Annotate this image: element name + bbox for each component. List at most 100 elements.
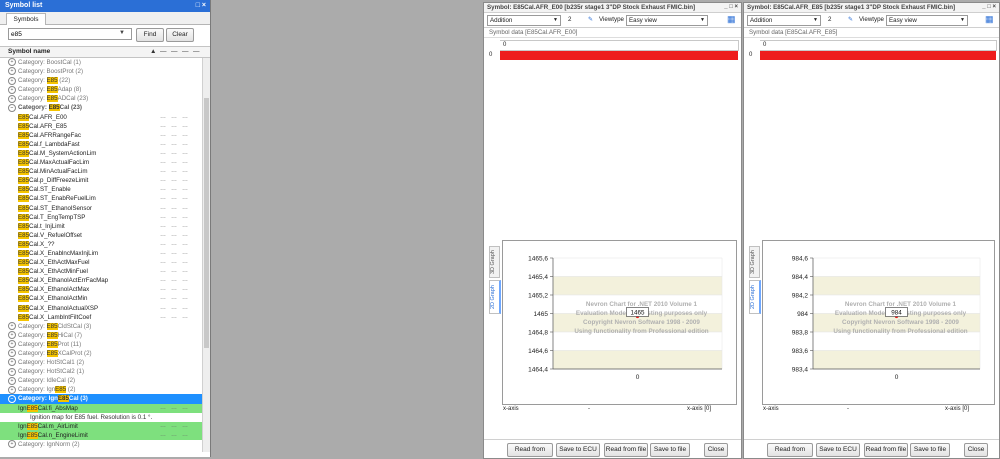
row-action-1[interactable]: … xyxy=(160,194,166,203)
row-action-2[interactable]: … xyxy=(171,240,177,249)
row-action-1[interactable]: … xyxy=(160,185,166,194)
row-action-1[interactable]: … xyxy=(160,204,166,213)
row-action-1[interactable]: … xyxy=(160,222,166,231)
tree-symbol-item[interactable]: E85Cal.T_EngTempTSP……… xyxy=(0,213,210,222)
tree-category[interactable]: + Category: IgnE85 (2) xyxy=(0,385,210,394)
row-action-1[interactable]: … xyxy=(160,113,166,122)
expand-icon[interactable]: + xyxy=(8,349,16,358)
save-to-ecu-button[interactable]: Save to ECU xyxy=(816,443,860,457)
row-action-3[interactable]: … xyxy=(182,240,188,249)
row-action-2[interactable]: … xyxy=(171,404,177,413)
window-controls-icon[interactable]: _ □ × xyxy=(724,3,738,12)
row-action-3[interactable]: … xyxy=(182,258,188,267)
pin-close-icon[interactable]: □ × xyxy=(196,0,206,12)
row-action-1[interactable]: … xyxy=(160,431,166,440)
search-input[interactable] xyxy=(8,28,132,40)
tree-category[interactable]: + Category: E85Prot (11) xyxy=(0,340,210,349)
row-action-2[interactable]: … xyxy=(171,304,177,313)
row-action-3[interactable]: … xyxy=(182,422,188,431)
expand-icon[interactable]: − xyxy=(8,394,16,403)
symbol-list-scrollbar[interactable] xyxy=(202,58,210,452)
row-action-3[interactable]: … xyxy=(182,231,188,240)
row-action-3[interactable]: … xyxy=(182,313,188,322)
row-action-1[interactable]: … xyxy=(160,131,166,140)
tree-category[interactable]: + Category: E85XCalProt (2) xyxy=(0,349,210,358)
read-from-file-button[interactable]: Read from file xyxy=(864,443,908,457)
row-action-1[interactable]: … xyxy=(160,313,166,322)
find-button[interactable]: Find xyxy=(136,28,164,42)
column-filter-4[interactable]: — xyxy=(193,47,200,57)
row-action-1[interactable]: … xyxy=(160,258,166,267)
row-action-2[interactable]: … xyxy=(171,213,177,222)
row-action-3[interactable]: … xyxy=(182,213,188,222)
tree-symbol-item[interactable]: E85Cal.X_EthanolActMax……… xyxy=(0,285,210,294)
row-action-3[interactable]: … xyxy=(182,249,188,258)
sort-icon[interactable]: ▲ xyxy=(150,47,156,57)
expand-icon[interactable]: + xyxy=(8,67,16,76)
grid-cell-0-0[interactable] xyxy=(760,51,996,60)
row-action-3[interactable]: … xyxy=(182,167,188,176)
row-action-2[interactable]: … xyxy=(171,185,177,194)
expand-icon[interactable]: + xyxy=(8,76,16,85)
row-action-3[interactable]: … xyxy=(182,285,188,294)
viewtype-select[interactable]: Easy view ▼ xyxy=(626,15,708,26)
row-action-2[interactable]: … xyxy=(171,231,177,240)
row-action-2[interactable]: … xyxy=(171,167,177,176)
row-action-1[interactable]: … xyxy=(160,276,166,285)
tree-symbol-item[interactable]: E85Cal.M_SystemActionLim……… xyxy=(0,149,210,158)
column-filter-2[interactable]: — xyxy=(171,47,178,57)
tree-symbol-item[interactable]: E85Cal.X_EnablncMaxInjLim……… xyxy=(0,249,210,258)
row-action-3[interactable]: … xyxy=(182,431,188,440)
row-action-1[interactable]: … xyxy=(160,404,166,413)
window-controls-icon[interactable]: _ □ × xyxy=(982,3,996,12)
expand-icon[interactable]: + xyxy=(8,376,16,385)
tree-symbol-item[interactable]: IgnE85Cal.fi_AbsMap……… xyxy=(0,403,210,413)
tree-symbol-item[interactable]: E85Cal.f_LambdaFast……… xyxy=(0,140,210,149)
viewtype-select[interactable]: Easy view ▼ xyxy=(886,15,968,26)
row-action-3[interactable]: … xyxy=(182,131,188,140)
expand-icon[interactable]: + xyxy=(8,322,16,331)
expand-icon[interactable]: + xyxy=(8,331,16,340)
tab-3d-graph[interactable]: 3D Graph xyxy=(749,246,760,278)
tree-symbol-item[interactable]: E85Cal.X_??……… xyxy=(0,240,210,249)
tree-symbol-item[interactable]: E85Cal.MaxActualFacLim……… xyxy=(0,158,210,167)
row-action-3[interactable]: … xyxy=(182,194,188,203)
tree-category[interactable]: + Category: E85 (22) xyxy=(0,76,210,85)
row-action-2[interactable]: … xyxy=(171,267,177,276)
row-action-1[interactable]: … xyxy=(160,167,166,176)
row-action-3[interactable]: … xyxy=(182,122,188,131)
tree-symbol-item[interactable]: E85Cal.X_EthanolActErrFacMap……… xyxy=(0,276,210,285)
tree-category[interactable]: + Category: E85CldStCal (3) xyxy=(0,322,210,331)
close-button[interactable]: Close xyxy=(964,443,988,457)
tree-symbol-item[interactable]: E85Cal.X_EthanolActMin……… xyxy=(0,294,210,303)
save-to-file-button[interactable]: Save to file xyxy=(650,443,690,457)
column-filter-3[interactable]: — xyxy=(182,47,189,57)
clear-button[interactable]: Clear xyxy=(166,28,194,42)
mode-amount[interactable]: 2 xyxy=(568,16,571,23)
tree-symbol-item[interactable]: E85Cal.AFR_E00……… xyxy=(0,113,210,122)
tab-2d-graph[interactable]: 2D Graph xyxy=(489,280,501,314)
row-action-2[interactable]: … xyxy=(171,422,177,431)
row-action-3[interactable]: … xyxy=(182,140,188,149)
expand-icon[interactable]: + xyxy=(8,58,16,67)
expand-icon[interactable]: + xyxy=(8,85,16,94)
search-dropdown-icon[interactable]: ▼ xyxy=(119,30,125,36)
row-action-2[interactable]: … xyxy=(171,313,177,322)
tree-symbol-item[interactable]: E85Cal.MinActualFacLim……… xyxy=(0,167,210,176)
tree-category[interactable]: + Category: HotStCal2 (1) xyxy=(0,367,210,376)
expand-icon[interactable]: + xyxy=(8,94,16,103)
graph-area[interactable]: 1465,6 1465,4 1465,2 1465 1464,8 1464,6 1464,4… xyxy=(502,240,737,405)
row-action-2[interactable]: … xyxy=(171,204,177,213)
tree-symbol-item[interactable]: E85Cal.ST_EthanolSensor……… xyxy=(0,204,210,213)
tree-symbol-item[interactable]: IgnE85Cal.m_AirLimit……… xyxy=(0,421,210,431)
row-action-1[interactable]: … xyxy=(160,140,166,149)
tab-2d-graph[interactable]: 2D Graph xyxy=(749,280,761,314)
column-filter-1[interactable]: — xyxy=(160,47,167,57)
tree-symbol-item[interactable]: E85Cal.V_RefuelOffset……… xyxy=(0,231,210,240)
tree-category[interactable]: + Category: E85HiCal (7) xyxy=(0,331,210,340)
row-action-2[interactable]: … xyxy=(171,294,177,303)
expand-icon[interactable]: + xyxy=(8,440,16,449)
tab-3d-graph[interactable]: 3D Graph xyxy=(489,246,500,278)
tree-symbol-item[interactable]: IgnE85Cal.n_EngineLimit……… xyxy=(0,430,210,440)
row-action-2[interactable]: … xyxy=(171,194,177,203)
